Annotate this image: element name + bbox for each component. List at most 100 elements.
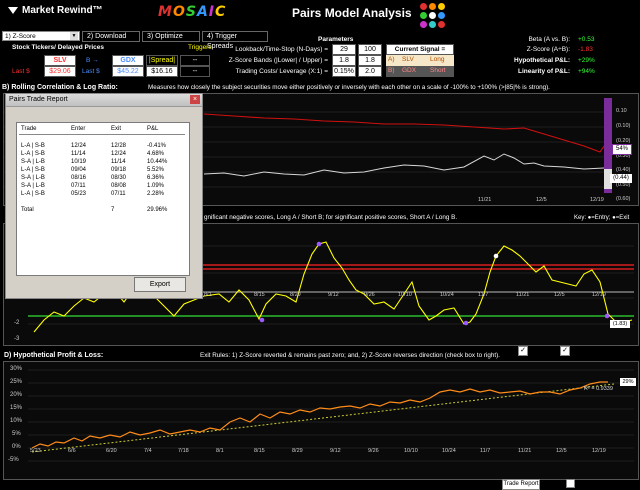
row-exit: 08/30	[111, 175, 127, 181]
b-tick-1: (0.10)	[616, 123, 631, 129]
row-exit: 11/14	[111, 159, 126, 165]
param-label-3: Trading Costs/ Leverage (X:1) =	[235, 68, 328, 75]
close-icon[interactable]: ×	[190, 95, 200, 104]
d-y-tick-1: 25%	[10, 379, 23, 385]
c-x-tick-0: 8/1	[204, 292, 212, 298]
panel-c-description: gnificant negative scores, Long A / Shor…	[204, 214, 458, 221]
row-trade: L-A | S-B	[21, 167, 45, 173]
signal-b-action: Short	[430, 67, 446, 74]
b-tick-0: 0.10	[616, 108, 627, 114]
exit-rule-checkbox-2[interactable]: ✓	[560, 346, 570, 356]
d-x-tick-3: 7/4	[144, 448, 152, 454]
optimize-button[interactable]: 3) Optimize	[142, 31, 200, 42]
current-signal-header: Current Signal = Long	[386, 44, 454, 63]
leverage-input[interactable]: 2.0	[358, 66, 382, 77]
panel-b-title: B) Rolling Correlation & Log Ratio:	[2, 84, 118, 91]
exit-rule-checkbox-1[interactable]: ✓	[518, 346, 528, 356]
d-x-tick-12: 11/7	[480, 448, 491, 454]
export-button[interactable]: Export	[134, 277, 186, 292]
price-a: $29.06	[44, 66, 76, 77]
d-x-tick-1: 6/6	[68, 448, 76, 454]
c-x-tick-9: 12/5	[554, 292, 565, 298]
b-x-tick-1: 12/5	[536, 197, 547, 203]
r-squared-label: R² = 0.9339	[584, 386, 613, 392]
panel-c-key: Key: ●=Entry; ●=Exit	[574, 215, 630, 221]
upper-band-input[interactable]: 1.8	[358, 55, 382, 66]
dialog-titlebar[interactable]: Pairs Trade Report	[6, 94, 202, 107]
d-x-tick-11: 10/24	[442, 448, 456, 454]
d-x-tick-15: 12/19	[592, 448, 606, 454]
entry-marker	[604, 313, 610, 319]
d-x-tick-5: 8/1	[216, 448, 224, 454]
d-y-tick-4: 10%	[10, 418, 23, 424]
c-y-tick-4: -3	[14, 336, 20, 342]
trade-report-checkbox[interactable]	[566, 479, 575, 488]
trigger-dash-1: --	[180, 55, 210, 66]
pnl-chart-svg	[28, 369, 634, 462]
b-x-tick-2: 12/19	[590, 197, 604, 203]
trade-report-dialog: Pairs Trade Report × Trade Enter Exit P&…	[5, 93, 203, 299]
row-pnl: 4.68%	[147, 151, 165, 157]
trend-line	[31, 383, 615, 453]
panel-d-chart: 30% 25% 20% 15% 10% 5% 0% -5% 5/23 6/6 6…	[3, 361, 639, 480]
trading-costs-input[interactable]: 0.15%	[332, 66, 356, 77]
time-stop-input[interactable]: 100	[358, 44, 382, 55]
last-b-label: Last $	[82, 68, 100, 75]
param-label-2: Z-Score Bands (|Lower| / Upper) =	[228, 57, 328, 64]
row-enter: 08/16	[71, 175, 87, 181]
model-select[interactable]: 1) Z-Score ▼	[2, 31, 80, 41]
total-count: 7	[111, 207, 115, 213]
row-enter: 10/19	[71, 159, 87, 165]
d-y-tick-0: 30%	[10, 366, 23, 372]
lower-band-input[interactable]: 1.8	[332, 55, 356, 66]
d-y-tick-5: 5%	[12, 431, 21, 437]
panel-d-title: D) Hypothetical Profit & Loss:	[4, 352, 104, 359]
row-trade: S-A | L-B	[21, 175, 45, 181]
dialog-title: Pairs Trade Report	[9, 96, 68, 103]
app-title: Market Rewind™	[8, 5, 103, 16]
c-x-tick-5: 10/10	[398, 292, 412, 298]
pnl-line	[31, 381, 608, 449]
row-enter: 11/14	[71, 151, 86, 157]
panel-b-description: Measures how closely the subject securit…	[148, 84, 550, 91]
row-exit: 09/18	[111, 167, 127, 173]
d-y-tick-2: 20%	[10, 392, 23, 398]
trade-report-button[interactable]: Trade Report	[502, 479, 540, 490]
row-trade: L-A | S-B	[21, 151, 45, 157]
row-pnl: 6.36%	[147, 175, 165, 181]
stat-value-linearity: +94%	[578, 68, 595, 75]
page-title: Pairs Model Analysis	[292, 6, 412, 20]
stat-label-beta: Beta (A vs. B):	[528, 36, 570, 43]
row-pnl: 5.52%	[147, 167, 165, 173]
d-y-tick-6: 0%	[12, 444, 21, 450]
row-exit: 08/08	[111, 183, 127, 189]
log-ratio-badge: (0.44)	[610, 174, 632, 183]
d-x-tick-9: 9/26	[368, 448, 379, 454]
trigger-spreads-button[interactable]: 4) Trigger Spreads	[202, 31, 268, 50]
row-enter: 05/23	[71, 191, 87, 197]
c-x-tick-2: 8/29	[290, 292, 301, 298]
zscore-badge: (1.83)	[610, 320, 630, 328]
c-x-tick-6: 10/24	[440, 292, 454, 298]
trigger-dash-2: --	[180, 66, 210, 77]
lookback-input[interactable]: 29	[332, 44, 356, 55]
download-button[interactable]: 2) Download	[82, 31, 140, 42]
parameters-header: Parameters	[318, 36, 354, 43]
entry-marker	[463, 320, 469, 326]
signal-a-action: Long	[430, 56, 445, 63]
ticker-a-field[interactable]: SLV	[44, 55, 76, 66]
chevron-down-icon[interactable]: ▼	[70, 32, 78, 40]
stat-value-beta: +0.53	[578, 36, 595, 43]
row-trade: S-A | L-B	[21, 183, 45, 189]
ticker-b-field[interactable]: GDX	[112, 55, 144, 66]
exit-marker	[493, 253, 499, 259]
row-trade: S-A | L-B	[21, 159, 45, 165]
d-x-tick-10: 10/10	[404, 448, 418, 454]
c-x-tick-4: 9/26	[364, 292, 375, 298]
signal-a-ticker: SLV	[402, 56, 414, 63]
log-ratio-line	[203, 153, 605, 177]
row-enter: 07/11	[71, 183, 86, 189]
c-y-tick-3: -2	[14, 320, 20, 326]
last-a-label: Last $	[12, 68, 30, 75]
pnl-badge: 29%	[620, 378, 636, 386]
